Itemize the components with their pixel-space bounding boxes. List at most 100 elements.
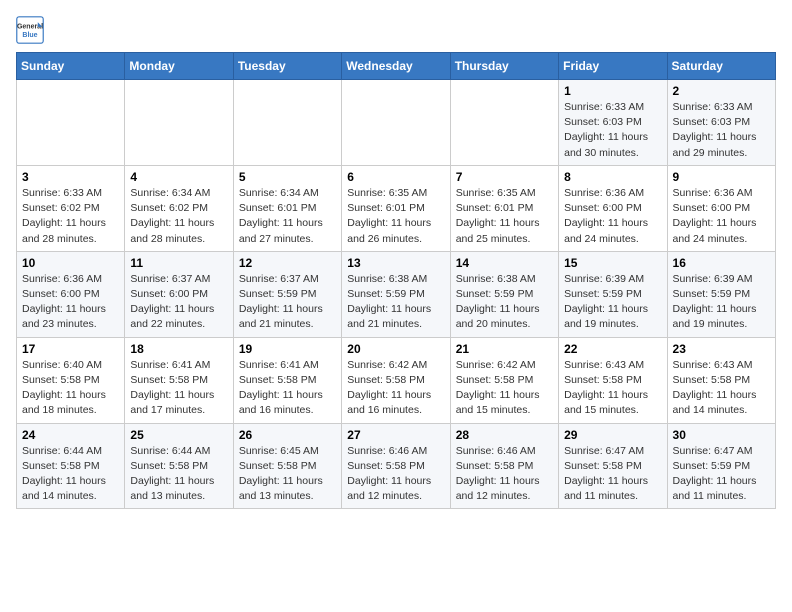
day-number: 17 [22, 342, 119, 356]
calendar-cell: 3Sunrise: 6:33 AMSunset: 6:02 PMDaylight… [17, 165, 125, 251]
day-info: Sunrise: 6:36 AMSunset: 6:00 PMDaylight:… [673, 186, 770, 247]
calendar-cell: 15 Sunrise: 6:39 AMSunset: 5:59 PMDayligh… [559, 251, 667, 337]
day-info: Sunrise: 6:34 AMSunset: 6:02 PMDaylight:… [130, 186, 227, 247]
calendar-week-row: 24 Sunrise: 6:44 AMSunset: 5:58 PMDayligh… [17, 423, 776, 509]
day-info: Sunrise: 6:46 AMSunset: 5:58 PMDaylight:… [347, 444, 444, 505]
calendar-cell: 16Sunrise: 6:39 AMSunset: 5:59 PMDayligh… [667, 251, 775, 337]
day-info: Sunrise: 6:33 AMSunset: 6:03 PMDaylight:… [673, 100, 770, 161]
day-number: 25 [130, 428, 227, 442]
calendar-cell: 4 Sunrise: 6:34 AMSunset: 6:02 PMDaylight… [125, 165, 233, 251]
day-info: Sunrise: 6:39 AMSunset: 5:59 PMDaylight:… [564, 272, 661, 333]
logo: General Blue [16, 16, 44, 44]
day-number: 5 [239, 170, 336, 184]
day-number: 28 [456, 428, 553, 442]
day-number: 16 [673, 256, 770, 270]
calendar-cell: 8Sunrise: 6:36 AMSunset: 6:00 PMDaylight… [559, 165, 667, 251]
day-of-week-header: Wednesday [342, 53, 450, 80]
day-info: Sunrise: 6:38 AMSunset: 5:59 PMDaylight:… [456, 272, 553, 333]
day-number: 24 [22, 428, 119, 442]
calendar-cell: 2 Sunrise: 6:33 AMSunset: 6:03 PMDaylight… [667, 80, 775, 166]
calendar-cell [125, 80, 233, 166]
calendar-cell: 18Sunrise: 6:41 AMSunset: 5:58 PMDayligh… [125, 337, 233, 423]
day-of-week-header: Tuesday [233, 53, 341, 80]
calendar-cell: 13 Sunrise: 6:38 AMSunset: 5:59 PMDayligh… [342, 251, 450, 337]
day-info: Sunrise: 6:34 AMSunset: 6:01 PMDaylight:… [239, 186, 336, 247]
day-number: 10 [22, 256, 119, 270]
calendar-cell: 17Sunrise: 6:40 AMSunset: 5:58 PMDayligh… [17, 337, 125, 423]
day-number: 4 [130, 170, 227, 184]
day-number: 13 [347, 256, 444, 270]
day-info: Sunrise: 6:41 AMSunset: 5:58 PMDaylight:… [239, 358, 336, 419]
calendar-week-row: 3Sunrise: 6:33 AMSunset: 6:02 PMDaylight… [17, 165, 776, 251]
calendar-week-row: 1 Sunrise: 6:33 AMSunset: 6:03 PMDaylight… [17, 80, 776, 166]
calendar-header-row: SundayMondayTuesdayWednesdayThursdayFrid… [17, 53, 776, 80]
calendar-cell: 26 Sunrise: 6:45 AMSunset: 5:58 PMDayligh… [233, 423, 341, 509]
day-of-week-header: Sunday [17, 53, 125, 80]
calendar-week-row: 17Sunrise: 6:40 AMSunset: 5:58 PMDayligh… [17, 337, 776, 423]
calendar-cell: 23Sunrise: 6:43 AMSunset: 5:58 PMDayligh… [667, 337, 775, 423]
calendar-cell: 5 Sunrise: 6:34 AMSunset: 6:01 PMDaylight… [233, 165, 341, 251]
day-number: 19 [239, 342, 336, 356]
calendar-cell: 30 Sunrise: 6:47 AMSunset: 5:59 PMDayligh… [667, 423, 775, 509]
day-number: 15 [564, 256, 661, 270]
calendar-cell: 22Sunrise: 6:43 AMSunset: 5:58 PMDayligh… [559, 337, 667, 423]
calendar: SundayMondayTuesdayWednesdayThursdayFrid… [16, 52, 776, 509]
calendar-cell: 28 Sunrise: 6:46 AMSunset: 5:58 PMDayligh… [450, 423, 558, 509]
calendar-cell: 29 Sunrise: 6:47 AMSunset: 5:58 PMDayligh… [559, 423, 667, 509]
calendar-cell: 19 Sunrise: 6:41 AMSunset: 5:58 PMDayligh… [233, 337, 341, 423]
day-of-week-header: Thursday [450, 53, 558, 80]
day-number: 2 [673, 84, 770, 98]
day-info: Sunrise: 6:46 AMSunset: 5:58 PMDaylight:… [456, 444, 553, 505]
calendar-cell [17, 80, 125, 166]
day-number: 22 [564, 342, 661, 356]
calendar-cell: 14Sunrise: 6:38 AMSunset: 5:59 PMDayligh… [450, 251, 558, 337]
day-of-week-header: Friday [559, 53, 667, 80]
logo-icon: General Blue [16, 16, 44, 44]
day-of-week-header: Monday [125, 53, 233, 80]
calendar-cell: 25 Sunrise: 6:44 AMSunset: 5:58 PMDayligh… [125, 423, 233, 509]
day-number: 3 [22, 170, 119, 184]
calendar-cell: 1 Sunrise: 6:33 AMSunset: 6:03 PMDaylight… [559, 80, 667, 166]
day-info: Sunrise: 6:37 AMSunset: 6:00 PMDaylight:… [130, 272, 227, 333]
day-number: 27 [347, 428, 444, 442]
day-number: 18 [130, 342, 227, 356]
calendar-cell: 24Sunrise: 6:44 AMSunset: 5:58 PMDayligh… [17, 423, 125, 509]
calendar-cell: 12 Sunrise: 6:37 AMSunset: 5:59 PMDayligh… [233, 251, 341, 337]
day-number: 1 [564, 84, 661, 98]
page-header: General Blue [16, 16, 776, 44]
day-number: 26 [239, 428, 336, 442]
day-info: Sunrise: 6:35 AMSunset: 6:01 PMDaylight:… [347, 186, 444, 247]
calendar-cell [450, 80, 558, 166]
day-info: Sunrise: 6:36 AMSunset: 6:00 PMDaylight:… [22, 272, 119, 333]
svg-text:Blue: Blue [22, 32, 37, 39]
day-number: 20 [347, 342, 444, 356]
day-info: Sunrise: 6:37 AMSunset: 5:59 PMDaylight:… [239, 272, 336, 333]
day-number: 30 [673, 428, 770, 442]
day-number: 9 [673, 170, 770, 184]
calendar-cell: 20 Sunrise: 6:42 AMSunset: 5:58 PMDayligh… [342, 337, 450, 423]
day-info: Sunrise: 6:47 AMSunset: 5:58 PMDaylight:… [564, 444, 661, 505]
calendar-cell: 21Sunrise: 6:42 AMSunset: 5:58 PMDayligh… [450, 337, 558, 423]
day-info: Sunrise: 6:38 AMSunset: 5:59 PMDaylight:… [347, 272, 444, 333]
day-number: 11 [130, 256, 227, 270]
day-number: 29 [564, 428, 661, 442]
day-info: Sunrise: 6:44 AMSunset: 5:58 PMDaylight:… [130, 444, 227, 505]
day-number: 8 [564, 170, 661, 184]
calendar-cell: 27 Sunrise: 6:46 AMSunset: 5:58 PMDayligh… [342, 423, 450, 509]
day-info: Sunrise: 6:33 AMSunset: 6:03 PMDaylight:… [564, 100, 661, 161]
day-number: 23 [673, 342, 770, 356]
day-info: Sunrise: 6:45 AMSunset: 5:58 PMDaylight:… [239, 444, 336, 505]
day-of-week-header: Saturday [667, 53, 775, 80]
day-info: Sunrise: 6:47 AMSunset: 5:59 PMDaylight:… [673, 444, 770, 505]
day-number: 12 [239, 256, 336, 270]
calendar-week-row: 10 Sunrise: 6:36 AMSunset: 6:00 PMDayligh… [17, 251, 776, 337]
calendar-cell [233, 80, 341, 166]
calendar-cell: 7Sunrise: 6:35 AMSunset: 6:01 PMDaylight… [450, 165, 558, 251]
day-info: Sunrise: 6:42 AMSunset: 5:58 PMDaylight:… [347, 358, 444, 419]
calendar-cell [342, 80, 450, 166]
calendar-cell: 9 Sunrise: 6:36 AMSunset: 6:00 PMDaylight… [667, 165, 775, 251]
day-number: 21 [456, 342, 553, 356]
calendar-cell: 11 Sunrise: 6:37 AMSunset: 6:00 PMDayligh… [125, 251, 233, 337]
calendar-cell: 10 Sunrise: 6:36 AMSunset: 6:00 PMDayligh… [17, 251, 125, 337]
calendar-cell: 6Sunrise: 6:35 AMSunset: 6:01 PMDaylight… [342, 165, 450, 251]
